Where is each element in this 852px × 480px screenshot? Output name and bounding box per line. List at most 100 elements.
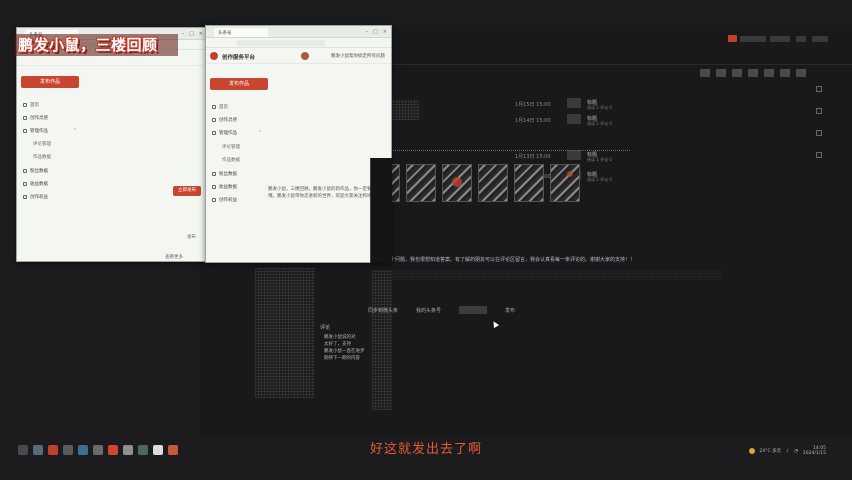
sidebar-item-fans[interactable]: 粉丝数据	[212, 171, 237, 177]
sidebar-item-rights[interactable]: 创作权益	[23, 194, 48, 200]
more-icon[interactable]	[816, 108, 822, 114]
table-row[interactable]: 1月14日 15:00 标题 阅读 1 评论 0	[515, 114, 635, 128]
gallery-image[interactable]	[442, 164, 472, 202]
star-icon	[212, 198, 216, 202]
view-more-link[interactable]: 查看更多	[165, 254, 183, 260]
browser-tab[interactable]: 头条号	[214, 28, 268, 37]
overlay-banner-text: 鹏发小鼠，三楼回顾	[18, 36, 158, 54]
publish-now-button[interactable]: 立即发布	[173, 186, 201, 196]
bulb-icon	[212, 118, 216, 122]
more-icon[interactable]	[816, 152, 822, 158]
app-logo-icon	[728, 35, 737, 42]
close-icon[interactable]: ×	[199, 31, 203, 37]
sidebar-item-home[interactable]: 首页	[212, 104, 228, 110]
blurred-region	[392, 270, 722, 280]
dark-side-panel	[370, 158, 392, 263]
sidebar-item-fans[interactable]: 粉丝数据	[23, 168, 48, 174]
option-pill[interactable]	[459, 306, 488, 314]
row-thumbnail	[567, 114, 581, 124]
filter-tab[interactable]	[764, 69, 774, 77]
sidebar-item-comments[interactable]: 评论管理	[222, 144, 240, 150]
chevron-up-icon[interactable]: ⌃	[73, 128, 77, 134]
row-actions-column	[816, 86, 822, 196]
folder-icon	[212, 131, 216, 135]
footer-label: 发布	[187, 235, 196, 240]
reply-item: 鹏发小鼠说的对	[324, 335, 356, 340]
filter-tab[interactable]	[716, 69, 726, 77]
sidebar-item-comments[interactable]: 评论管理	[33, 141, 51, 147]
bulb-icon	[23, 116, 27, 120]
users-icon	[23, 169, 27, 173]
maximize-icon[interactable]: □	[189, 31, 194, 37]
reply-item: 期待下一期的内容	[324, 356, 360, 361]
publish-options: 同步到微头条 我的头条号 发布	[368, 306, 515, 314]
video-subtitle: 好这就发出去了啊	[369, 442, 482, 457]
browser-window-left: 头条号 – □ × 发布作品 首页 创作灵感 管理作品 ⌃ 评论管理 作品数据 …	[16, 27, 208, 262]
sidebar-item-work-data[interactable]: 作品数据	[222, 157, 240, 163]
browser-window-right: 头条号 – □ × 创作服务平台 鹏发小鼠帮你搞定所有问题 发布作品 首页 创作…	[205, 25, 392, 263]
post-content-line: 你说的这个问题，我也很想知道答案。有了解的朋友可以在评论区留言，我会认真看每一条…	[370, 257, 636, 263]
sidebar-item-manage[interactable]: 管理作品	[212, 130, 237, 136]
filter-tab[interactable]	[748, 69, 758, 77]
gallery-image[interactable]	[406, 164, 436, 202]
window-titlebar: 头条号 – □ ×	[206, 26, 391, 38]
sidebar-item-income[interactable]: 收益数据	[23, 181, 48, 187]
address-bar[interactable]	[206, 38, 391, 48]
more-icon[interactable]	[816, 86, 822, 92]
home-icon	[23, 103, 27, 107]
sidebar-item-income[interactable]: 收益数据	[212, 184, 237, 190]
sidebar-item-work-data[interactable]: 作品数据	[33, 154, 51, 160]
sidebar-item-manage[interactable]: 管理作品	[23, 128, 48, 134]
header-button[interactable]	[740, 36, 766, 42]
browser-tab-secondary[interactable]	[268, 28, 322, 37]
header-button[interactable]	[770, 36, 790, 42]
gallery-image[interactable]	[550, 164, 580, 202]
article-link[interactable]	[370, 150, 630, 154]
chevron-up-icon[interactable]: ⌃	[258, 130, 262, 136]
close-icon[interactable]: ×	[383, 29, 387, 35]
blurred-region	[255, 268, 315, 398]
site-logo-icon	[210, 52, 218, 60]
gallery-image[interactable]	[478, 164, 508, 202]
filter-tab[interactable]	[700, 69, 710, 77]
minimize-icon[interactable]: –	[366, 29, 369, 35]
reply-list: 鹏发小鼠说的对 太好了，支持 鹏发小鼠一直在进步 期待下一期的内容	[324, 334, 365, 362]
header-button[interactable]	[796, 36, 806, 42]
table-row[interactable]: 1月15日 15:00 标题 阅读 1 评论 0	[515, 98, 635, 112]
publish-option[interactable]: 发布	[505, 307, 515, 314]
star-icon	[23, 195, 27, 199]
window-controls: – □ ×	[182, 31, 203, 37]
coin-icon	[212, 185, 216, 189]
avatar[interactable]	[301, 52, 309, 60]
gallery-image[interactable]	[514, 164, 544, 202]
sidebar-item-home[interactable]: 首页	[23, 102, 39, 108]
home-icon	[212, 105, 216, 109]
users-icon	[212, 172, 216, 176]
publish-button[interactable]: 发布作品	[210, 78, 268, 90]
sync-option[interactable]: 同步到微头条	[368, 307, 398, 314]
blurred-region	[372, 270, 392, 410]
url-field[interactable]	[236, 40, 326, 46]
publish-button[interactable]: 发布作品	[21, 76, 79, 88]
header-button[interactable]	[812, 36, 828, 42]
list-item-icons	[390, 100, 420, 120]
account-option[interactable]: 我的头条号	[416, 307, 441, 314]
sidebar-item-inspiration[interactable]: 创作灵感	[23, 115, 48, 121]
minimize-icon[interactable]: –	[182, 31, 185, 37]
sidebar-item-inspiration[interactable]: 创作灵感	[212, 117, 237, 123]
folder-icon	[23, 129, 27, 133]
sidebar-item-rights[interactable]: 创作权益	[212, 197, 237, 203]
site-header: 创作服务平台 鹏发小鼠帮你搞定所有问题	[206, 48, 391, 64]
filter-tab[interactable]	[780, 69, 790, 77]
reply-item: 太好了，支持	[324, 342, 351, 347]
reply-item: 鹏发小鼠一直在进步	[324, 349, 365, 354]
maximize-icon[interactable]: □	[373, 29, 378, 35]
coin-icon	[23, 182, 27, 186]
filter-tab[interactable]	[796, 69, 806, 77]
filter-tabs	[700, 69, 806, 77]
user-name[interactable]: 鹏发小鼠帮你搞定所有问题	[331, 53, 385, 59]
row-thumbnail	[567, 98, 581, 108]
more-icon[interactable]	[816, 130, 822, 136]
filter-tab[interactable]	[732, 69, 742, 77]
comments-title: 评论	[320, 325, 331, 331]
